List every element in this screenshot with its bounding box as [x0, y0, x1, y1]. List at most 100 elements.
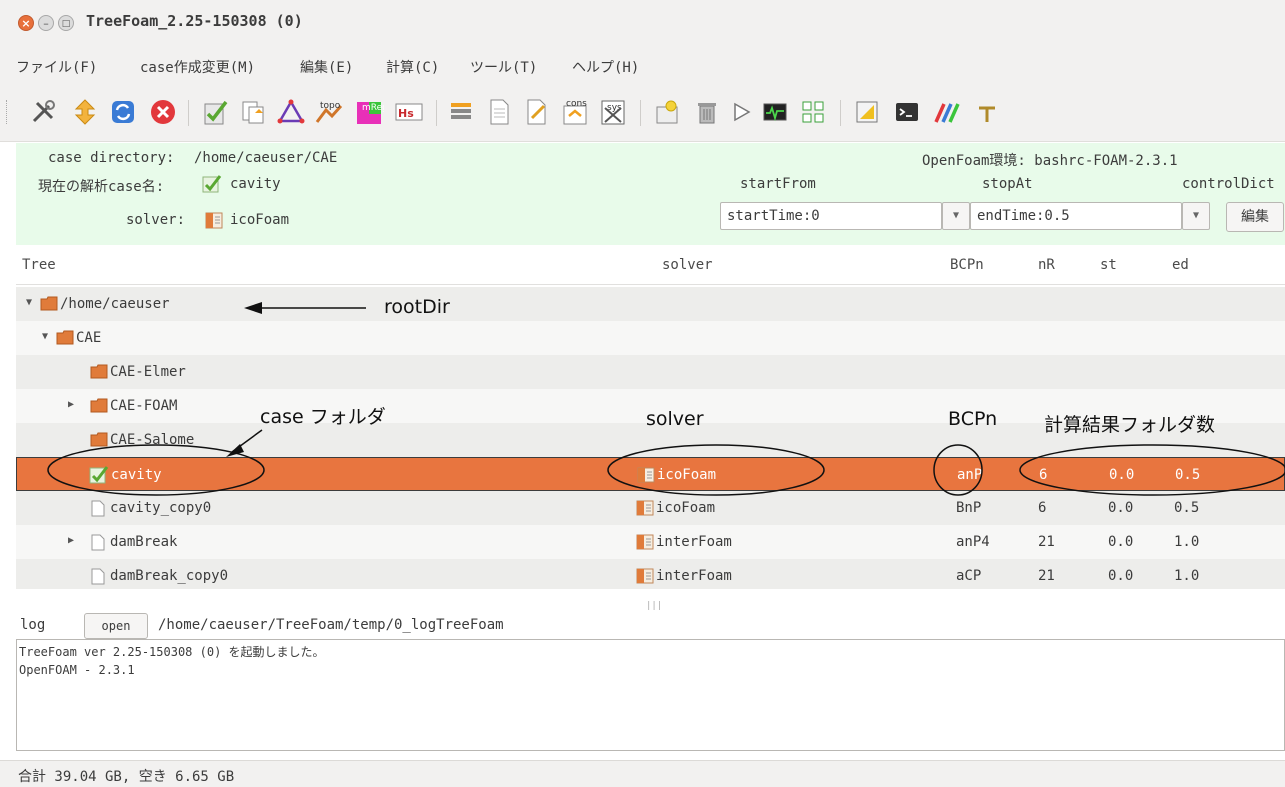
expanded-arrow-icon[interactable]: ▼	[26, 297, 32, 308]
toolbar-separator	[188, 100, 189, 126]
tree-row-ed: 1.0	[1174, 534, 1200, 550]
terminal-icon[interactable]	[892, 97, 922, 127]
up-down-icon[interactable]	[70, 97, 100, 127]
controldict-label: controlDict	[1182, 176, 1275, 192]
tool-icon[interactable]	[972, 97, 1002, 127]
open-log-button[interactable]: open	[84, 613, 148, 639]
header-st[interactable]: st	[1100, 257, 1117, 273]
trash-icon[interactable]	[692, 97, 722, 127]
tree-header: Tree solver BCPn nR st ed	[16, 247, 1285, 285]
tree-row-bcpn: anP	[957, 467, 983, 483]
menu-help[interactable]: ヘルプ(H)	[572, 57, 639, 77]
stopat-dropdown-icon[interactable]: ▼	[1182, 202, 1210, 230]
new-folder-icon[interactable]	[652, 97, 682, 127]
play-icon[interactable]	[726, 97, 756, 127]
tree-row-st: 0.0	[1108, 568, 1134, 584]
svg-text:cons: cons	[566, 99, 587, 109]
tree-row[interactable]: ▶ damBreak interFoam anP4 21 0.0 1.0	[16, 525, 1285, 559]
collapsed-arrow-icon[interactable]: ▶	[68, 399, 74, 410]
menu-bar: ファイル(F) case作成変更(M) 編集(E) 計算(C) ツール(T) ヘ…	[0, 46, 1285, 84]
tree-row-name: CAE-Elmer	[110, 364, 186, 380]
window-title: TreeFoam_2.25-150308 (0)	[86, 12, 303, 30]
menu-calc[interactable]: 計算(C)	[386, 57, 439, 77]
solver-file-icon	[204, 210, 224, 234]
tree-row-selected[interactable]: cavity icoFoam anP 6 0.0 0.5	[16, 457, 1285, 491]
toolbar-separator	[436, 100, 437, 126]
folder-icon	[40, 296, 58, 311]
tree-row[interactable]: ▼ /home/caeuser	[16, 287, 1285, 321]
svg-text:topo: topo	[320, 101, 341, 111]
solver-file-icon	[636, 534, 654, 550]
topo-icon[interactable]: topo	[314, 97, 344, 127]
refresh-icon[interactable]	[108, 97, 138, 127]
copy-case-icon[interactable]	[238, 97, 268, 127]
tree-row-name: CAE-FOAM	[110, 398, 178, 414]
startfrom-dropdown-icon[interactable]: ▼	[942, 202, 970, 230]
log-label: log	[20, 617, 46, 633]
case-directory-label: case directory:	[48, 150, 175, 166]
log-output[interactable]: TreeFoam ver 2.25-150308 (0) を起動しました。 Op…	[16, 639, 1285, 751]
svg-text:mReg: mReg	[362, 103, 384, 113]
menu-tools[interactable]: ツール(T)	[470, 57, 537, 77]
edit-document-icon[interactable]	[522, 97, 552, 127]
tree-row-name: cavity_copy0	[110, 500, 212, 516]
toolbar-grip[interactable]	[6, 100, 9, 124]
edit-controldict-button[interactable]: 編集	[1226, 202, 1284, 232]
tree-row-nr: 21	[1038, 568, 1055, 584]
stop-icon[interactable]	[148, 97, 178, 127]
tree-row-bcpn: anP4	[956, 534, 990, 550]
annotation-solver: solver	[646, 408, 704, 430]
svg-text:Hs: Hs	[398, 107, 414, 120]
tree-row-nr: 6	[1038, 500, 1047, 516]
header-nr[interactable]: nR	[1038, 257, 1055, 273]
log-line: TreeFoam ver 2.25-150308 (0) を起動しました。	[19, 645, 325, 659]
tree-row[interactable]: ▼ CAE	[16, 321, 1285, 355]
tree-row-name: /home/caeuser	[60, 296, 170, 312]
hs-icon[interactable]: Hs	[394, 97, 424, 127]
solver-value: icoFoam	[230, 212, 290, 228]
pane-splitter-handle[interactable]: |||	[646, 601, 662, 611]
minimize-window-button[interactable]: –	[38, 15, 54, 31]
collapsed-arrow-icon[interactable]: ▶	[68, 535, 74, 546]
mesh-triangle-icon[interactable]	[276, 97, 306, 127]
color-bars-icon[interactable]	[932, 97, 962, 127]
tree-row-solver: interFoam	[656, 568, 732, 584]
log-path: /home/caeuser/TreeFoam/temp/0_logTreeFoa…	[158, 617, 504, 633]
header-tree[interactable]: Tree	[22, 257, 56, 273]
stopat-label: stopAt	[982, 176, 1033, 192]
tree-row[interactable]: damBreak_copy0 interFoam aCP 21 0.0 1.0	[16, 559, 1285, 589]
grid-view-icon[interactable]	[446, 97, 476, 127]
status-bar: 合計 39.04 GB, 空き 6.65 GB	[0, 760, 1285, 787]
monitor-icon[interactable]	[760, 97, 790, 127]
tree-row[interactable]: cavity_copy0 icoFoam BnP 6 0.0 0.5	[16, 491, 1285, 525]
tree-row-name: CAE	[76, 330, 102, 346]
toolbar: topo mReg Hs cons sys	[0, 84, 1285, 142]
paraview-icon[interactable]	[852, 97, 882, 127]
menu-edit[interactable]: 編集(E)	[300, 57, 353, 77]
case-directory-value: /home/caeuser/CAE	[194, 150, 338, 166]
check-case-icon[interactable]	[200, 97, 230, 127]
solver-file-icon	[636, 500, 654, 516]
tools-icon[interactable]	[28, 97, 58, 127]
sys-icon[interactable]: sys	[598, 97, 628, 127]
cons-icon[interactable]: cons	[560, 97, 590, 127]
disk-usage-status: 合計 39.04 GB, 空き 6.65 GB	[18, 769, 235, 785]
header-bcpn[interactable]: BCPn	[950, 257, 984, 273]
tree-row-ed: 0.5	[1175, 467, 1201, 483]
menu-case[interactable]: case作成変更(M)	[140, 57, 255, 77]
maximize-window-button[interactable]: □	[58, 15, 74, 31]
menu-file[interactable]: ファイル(F)	[16, 57, 97, 77]
header-solver[interactable]: solver	[662, 257, 713, 273]
startfrom-select[interactable]: startTime:0	[720, 202, 942, 230]
tree-row-bcpn: BnP	[956, 500, 982, 516]
close-window-button[interactable]: ×	[18, 15, 34, 31]
mreg-icon[interactable]: mReg	[354, 97, 384, 127]
stopat-select[interactable]: endTime:0.5	[970, 202, 1182, 230]
layout-icon[interactable]	[798, 97, 828, 127]
folder-icon	[90, 364, 108, 379]
tree-row[interactable]: CAE-Elmer	[16, 355, 1285, 389]
annotation-case-folder: case フォルダ	[260, 406, 386, 428]
expanded-arrow-icon[interactable]: ▼	[42, 331, 48, 342]
document-icon[interactable]	[484, 97, 514, 127]
header-ed[interactable]: ed	[1172, 257, 1189, 273]
